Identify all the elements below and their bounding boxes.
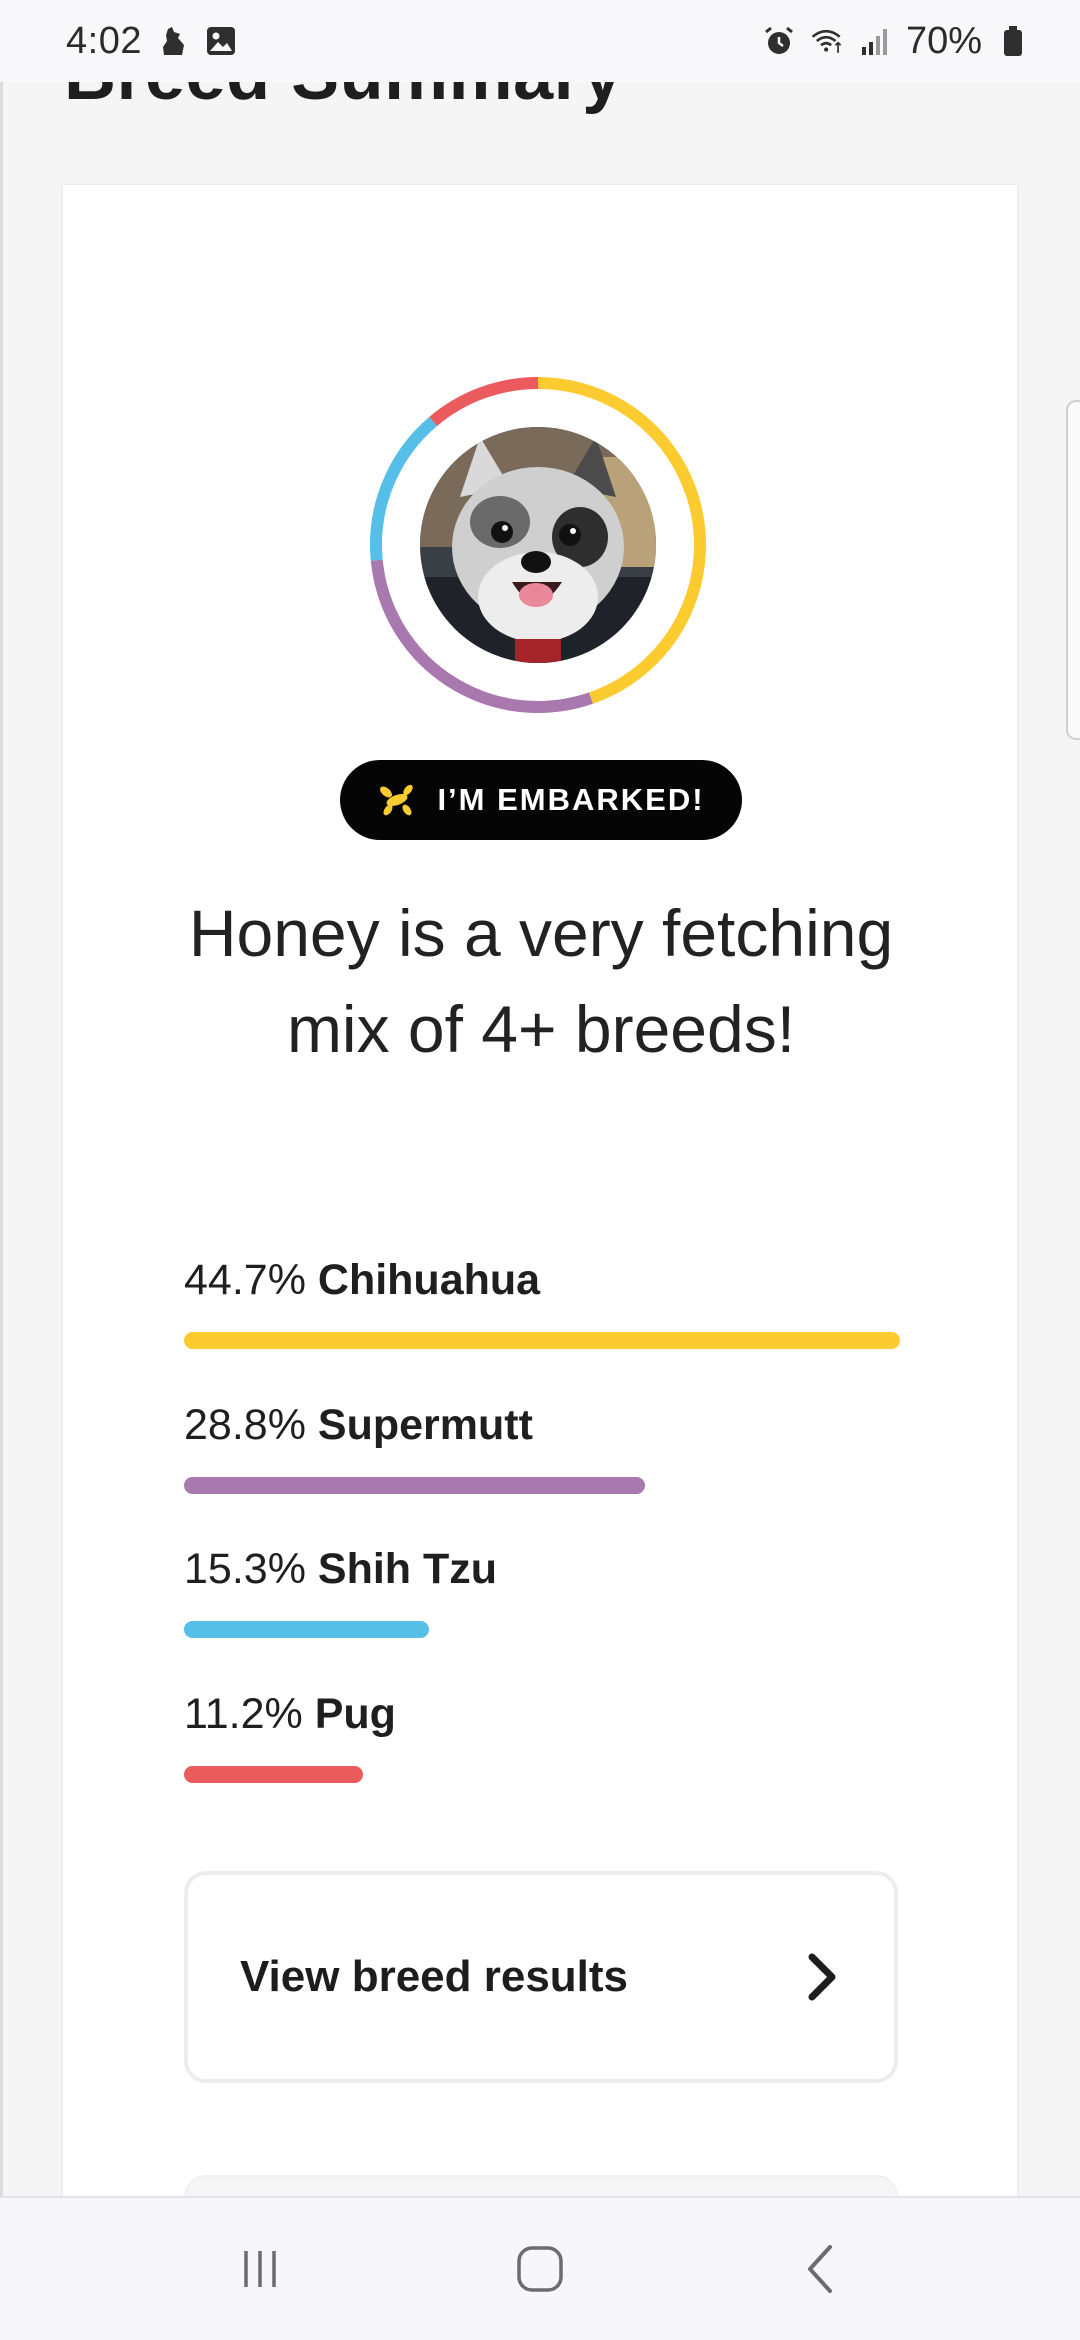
breed-bar [184, 1766, 363, 1783]
view-breed-results-button[interactable]: View breed results [184, 1871, 898, 2083]
back-icon [800, 2241, 840, 2297]
ring-segment-pug [429, 377, 539, 427]
breed-bar [184, 1332, 900, 1349]
breed-row-shih-tzu: 15.3% Shih Tzu [184, 1539, 904, 1638]
balloon-dog-icon [377, 783, 417, 817]
signal-icon [858, 24, 892, 58]
breed-label: 15.3% Shih Tzu [184, 1539, 904, 1599]
breed-name: Shih Tzu [317, 1545, 498, 1593]
wifi-icon [810, 24, 844, 58]
breed-percentage: 44.7% [184, 1256, 306, 1304]
breed-mix-headline: Honey is a very fetching mix of 4+ breed… [188, 896, 894, 1066]
recent-apps-button[interactable] [215, 2224, 305, 2314]
screen: 4:02 70% Breed Summary [0, 0, 1080, 2340]
home-button[interactable] [495, 2224, 585, 2314]
gallery-icon [204, 24, 238, 58]
alarm-icon [762, 24, 796, 58]
breed-name: Supermutt [317, 1401, 533, 1449]
dog-photo [420, 427, 656, 663]
dog-notification-icon [156, 24, 190, 58]
battery-percent: 70% [905, 19, 982, 62]
page-edge-divider [0, 82, 3, 2202]
embarked-badge: I’M EMBARKED! [340, 760, 742, 840]
breed-percentage: 28.8% [184, 1401, 306, 1449]
breed-bar [184, 1621, 429, 1638]
breed-label: 28.8% Supermutt [184, 1395, 904, 1455]
breed-name: Chihuahua [317, 1256, 541, 1304]
breed-bar [184, 1477, 645, 1494]
breed-label: 11.2% Pug [184, 1684, 904, 1744]
breed-label: 44.7% Chihuahua [184, 1250, 904, 1310]
breed-row-pug: 11.2% Pug [184, 1684, 904, 1783]
breed-percentage: 15.3% [184, 1545, 306, 1593]
breed-name: Pug [314, 1690, 396, 1738]
back-button[interactable] [775, 2224, 865, 2314]
breed-row-supermutt: 28.8% Supermutt [184, 1395, 904, 1494]
home-icon [514, 2243, 566, 2295]
scroll-handle[interactable] [1066, 400, 1080, 740]
badge-label: I’M EMBARKED! [437, 782, 705, 817]
breed-summary-card: I’M EMBARKED! Honey is a very fetching m… [62, 184, 1018, 2295]
breed-percentage: 11.2% [184, 1690, 303, 1738]
chevron-right-icon [804, 1951, 840, 2003]
view-breed-results-label: View breed results [240, 1952, 629, 2001]
system-nav-bar [0, 2196, 1080, 2340]
status-left: 4:02 [66, 20, 238, 63]
recent-apps-icon [236, 2245, 284, 2293]
status-bar: 4:02 70% [0, 0, 1080, 82]
status-time: 4:02 [66, 19, 142, 62]
breed-row-chihuahua: 44.7% Chihuahua [184, 1250, 904, 1349]
battery-icon [996, 24, 1030, 58]
status-right: 70% [762, 20, 1030, 63]
